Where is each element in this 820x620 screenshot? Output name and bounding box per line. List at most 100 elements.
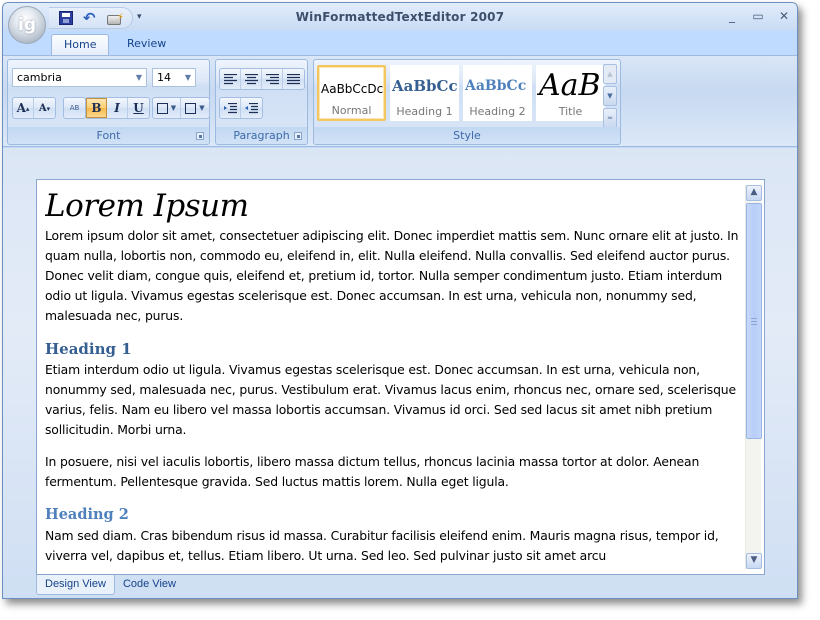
style-heading-1[interactable]: AaBbCc Heading 1 — [390, 65, 459, 121]
alignment-buttons — [219, 68, 305, 90]
style-name: Title — [558, 105, 583, 118]
undo-icon[interactable]: ↶ — [83, 11, 97, 26]
shrink-font-button[interactable]: A ▾ — [34, 98, 55, 118]
formatted-text-editor[interactable]: Lorem Ipsum Lorem ipsum dolor sit amet, … — [36, 179, 765, 575]
gallery-expand-button[interactable]: ═ — [603, 108, 617, 128]
font-size-combo[interactable]: 14 ▼ — [152, 68, 196, 87]
scroll-down-button[interactable]: ▼ — [746, 553, 762, 569]
font-dialog-launcher[interactable] — [196, 132, 204, 140]
gallery-scroll-up-button[interactable]: ▲ — [603, 64, 617, 84]
vertical-scrollbar[interactable]: ▲ ▼ — [745, 185, 762, 569]
highlight-color-icon — [156, 102, 168, 114]
chevron-down-icon: ▼ — [135, 73, 142, 82]
decrease-indent-button[interactable] — [241, 98, 262, 118]
style-gallery: AaBbCcDc Normal AaBbCc Heading 1 AaBbCc … — [317, 65, 612, 127]
app-logo-label: ig — [18, 15, 36, 35]
chevron-down-icon: ▼ — [750, 555, 758, 565]
bold-italic-underline-group: B I U — [85, 97, 150, 119]
align-right-button[interactable] — [262, 69, 283, 89]
align-center-icon — [244, 73, 258, 84]
gallery-scroll-down-button[interactable]: ▼ — [603, 86, 617, 106]
customize-qat-button[interactable]: ▾ — [137, 12, 142, 22]
color-buttons: ▼ ▼ — [152, 97, 210, 119]
style-normal[interactable]: AaBbCcDc Normal — [317, 65, 386, 121]
bold-button[interactable]: B — [86, 98, 107, 118]
paragraph-dialog-launcher[interactable] — [294, 132, 302, 140]
scrollbar-thumb[interactable] — [746, 203, 762, 439]
paragraph-group: Paragraph — [215, 59, 308, 145]
paragraph: In posuere, nisi vel iaculis lobortis, l… — [45, 454, 700, 489]
style-sample: AaB — [539, 68, 601, 103]
font-group-label: Font — [8, 127, 209, 144]
chevron-up-icon: ▲ — [750, 187, 758, 197]
scroll-up-button[interactable]: ▲ — [746, 185, 762, 201]
chevron-down-icon: ▼ — [170, 104, 177, 112]
highlight-color-button[interactable]: ▼ — [153, 98, 181, 118]
grow-font-icon: A — [16, 101, 26, 115]
ribbon-tabs: Home Review — [3, 31, 797, 55]
clear-format-group: AB — [63, 97, 86, 119]
close-button[interactable]: ✕ — [777, 9, 791, 23]
font-group: cambria ▼ 14 ▼ A ▴ A ▾ AB B I U ▼ ▼ Font — [7, 59, 210, 145]
style-gallery-scroll: ▲ ▼ ═ — [603, 64, 617, 128]
align-left-button[interactable] — [220, 69, 241, 89]
minimize-button[interactable]: _ — [725, 9, 739, 23]
italic-button[interactable]: I — [107, 98, 128, 118]
increase-indent-icon — [223, 102, 237, 113]
paragraph: Etiam interdum odio ut ligula. Vivamus e… — [45, 362, 736, 437]
style-sample: AaBbCcDc — [321, 82, 384, 96]
align-right-icon — [265, 73, 279, 84]
tab-code-view[interactable]: Code View — [115, 575, 184, 595]
indent-buttons — [219, 97, 263, 119]
font-name-value: cambria — [17, 71, 62, 84]
chevron-down-icon: ▼ — [199, 104, 205, 112]
style-name: Normal — [331, 104, 372, 117]
app-window: WinFormattedTextEditor 2007 _ ▭ ✕ ig ↶ ▾… — [2, 2, 798, 599]
style-heading-2[interactable]: AaBbCc Heading 2 — [463, 65, 532, 121]
justify-icon — [287, 73, 300, 84]
quick-access-toolbar: ↶ — [49, 7, 133, 29]
document-content[interactable]: Lorem Ipsum Lorem ipsum dolor sit amet, … — [45, 186, 743, 572]
tab-review[interactable]: Review — [115, 34, 178, 55]
font-color-icon — [185, 102, 197, 114]
window-controls: _ ▭ ✕ — [725, 9, 791, 23]
underline-icon: U — [133, 101, 144, 115]
style-sample: AaBbCc — [465, 78, 527, 94]
quick-print-icon[interactable] — [107, 12, 124, 25]
paragraph: Nam sed diam. Cras bibendum risus id mas… — [45, 528, 719, 563]
maximize-button[interactable]: ▭ — [751, 9, 765, 23]
bold-icon: B — [91, 101, 102, 115]
style-group: AaBbCcDc Normal AaBbCc Heading 1 AaBbCc … — [313, 59, 621, 145]
font-color-button[interactable]: ▼ — [181, 98, 209, 118]
eraser-icon: AB — [69, 104, 80, 112]
font-name-combo[interactable]: cambria ▼ — [12, 68, 147, 87]
view-tabs: Design View Code View — [36, 575, 184, 595]
style-group-label: Style — [314, 127, 620, 144]
chevron-down-icon: ▼ — [184, 73, 191, 82]
align-center-button[interactable] — [241, 69, 262, 89]
grip-icon — [751, 318, 757, 325]
tab-home[interactable]: Home — [51, 34, 110, 55]
justify-button[interactable] — [283, 69, 304, 89]
decrease-indent-icon — [245, 102, 258, 113]
paragraph: Lorem ipsum dolor sit amet, consectetuer… — [45, 228, 739, 323]
tab-design-view[interactable]: Design View — [36, 575, 115, 595]
font-size-buttons: A ▴ A ▾ — [12, 97, 56, 119]
align-left-icon — [223, 73, 237, 84]
underline-button[interactable]: U — [128, 98, 149, 118]
grow-font-button[interactable]: A ▴ — [13, 98, 34, 118]
heading-1: Heading 1 — [45, 340, 132, 358]
style-name: Heading 2 — [469, 105, 526, 118]
style-sample: AaBbCc — [392, 77, 458, 95]
increase-indent-button[interactable] — [220, 98, 241, 118]
document-title: Lorem Ipsum — [45, 188, 249, 224]
shrink-font-icon: A — [38, 102, 47, 114]
application-menu-button[interactable]: ig — [8, 6, 46, 44]
style-title[interactable]: AaB Title — [536, 65, 605, 121]
heading-2: Heading 2 — [45, 506, 129, 523]
save-icon[interactable] — [59, 11, 73, 25]
clear-formatting-button[interactable]: AB — [64, 98, 85, 118]
italic-icon: I — [114, 101, 120, 115]
style-name: Heading 1 — [396, 105, 453, 118]
ribbon: cambria ▼ 14 ▼ A ▴ A ▾ AB B I U ▼ ▼ Font… — [3, 55, 797, 147]
